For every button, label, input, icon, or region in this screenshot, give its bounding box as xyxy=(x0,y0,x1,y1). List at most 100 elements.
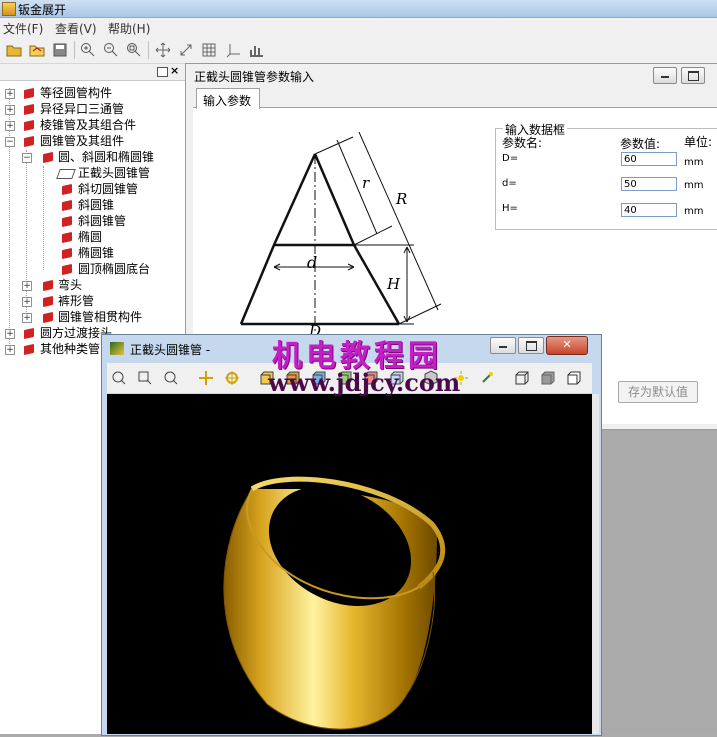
collapse-minus-icon[interactable]: − xyxy=(5,137,15,147)
dim-R-label: R xyxy=(395,190,407,208)
expand-plus-icon[interactable]: + xyxy=(5,105,15,115)
tree-item-label: 棱锥管及其组合件 xyxy=(40,118,137,132)
tree-item-label: 异径异口三通管 xyxy=(40,102,125,116)
menu-file[interactable]: 文件(F) xyxy=(3,20,43,37)
3d-viewport[interactable] xyxy=(107,394,592,734)
book-icon xyxy=(24,87,34,100)
open-folder-icon[interactable] xyxy=(4,40,24,60)
shaded-icon[interactable] xyxy=(538,368,558,388)
rotate-icon[interactable] xyxy=(176,40,196,60)
tree-item[interactable]: + 圆锥管相贯构件 xyxy=(0,309,185,325)
tree-item[interactable]: 斜圆锥 xyxy=(0,197,185,213)
tree-item[interactable]: + 弯头 xyxy=(0,277,185,293)
tree-item[interactable]: − 圆、斜圆和椭圆锥 xyxy=(0,149,185,165)
expand-plus-icon[interactable]: + xyxy=(22,297,32,307)
app-title: 钣金展开 xyxy=(18,3,67,17)
viewer-maximize-button[interactable] xyxy=(518,337,544,354)
param-name-d: d= xyxy=(502,178,517,189)
tree-item[interactable]: + 异径异口三通管 xyxy=(0,101,185,117)
grid-icon[interactable] xyxy=(199,40,219,60)
expand-plus-icon[interactable]: + xyxy=(5,329,15,339)
book-icon xyxy=(62,231,72,244)
tree-item[interactable]: 斜切圆锥管 xyxy=(0,181,185,197)
tree-item-selected[interactable]: 正截头圆锥管 xyxy=(0,165,185,181)
menu-help[interactable]: 帮助(H) xyxy=(108,20,150,37)
tab-input-params[interactable]: 输入参数 xyxy=(196,88,260,109)
wireframe-icon[interactable] xyxy=(512,368,532,388)
save-default-button[interactable]: 存为默认值 xyxy=(618,381,698,403)
zoom-window-icon[interactable] xyxy=(109,368,129,388)
close-pane-icon[interactable]: × xyxy=(170,64,179,77)
book-icon xyxy=(24,343,34,356)
tree-item[interactable]: − 圆锥管及其组件 xyxy=(0,133,185,149)
truncated-cone-model xyxy=(223,476,446,730)
hidden-line-icon[interactable] xyxy=(564,368,584,388)
axes-icon[interactable] xyxy=(224,40,244,60)
book-icon xyxy=(62,215,72,228)
maximize-button[interactable] xyxy=(681,67,705,84)
expand-plus-icon[interactable]: + xyxy=(22,281,32,291)
bar-chart-icon[interactable] xyxy=(246,40,266,60)
open-book-icon xyxy=(56,169,76,179)
book-icon xyxy=(24,119,34,132)
viewer-minimize-button[interactable] xyxy=(490,337,516,354)
book-icon xyxy=(62,183,72,196)
expand-plus-icon[interactable]: + xyxy=(5,121,15,131)
param-unit-D: mm xyxy=(684,157,704,168)
collapse-minus-icon[interactable]: − xyxy=(22,153,32,163)
expand-plus-icon[interactable]: + xyxy=(22,313,32,323)
tree-item-label: 椭圆锥 xyxy=(78,246,115,260)
param-name-H: H= xyxy=(502,203,518,214)
zoom-out-icon[interactable] xyxy=(101,40,121,60)
zoom-box-icon[interactable] xyxy=(135,368,155,388)
zoom-in-icon[interactable] xyxy=(78,40,98,60)
tree-panel-header: × xyxy=(0,64,185,81)
viewer-close-button[interactable]: ✕ xyxy=(546,336,588,355)
restore-pane-icon[interactable] xyxy=(157,67,168,77)
tab-label: 输入参数 xyxy=(203,94,252,108)
pan-view-icon[interactable] xyxy=(196,368,216,388)
watermark-url: www.jdjcy.com xyxy=(268,368,461,397)
param-window-title: 正截头圆锥管参数输入 xyxy=(194,70,315,84)
expand-plus-icon[interactable]: + xyxy=(5,345,15,355)
col-header-unit: 单位: xyxy=(684,135,713,149)
tree-item[interactable]: 圆顶椭圆底台 xyxy=(0,261,185,277)
tree-item[interactable]: + 棱锥管及其组合件 xyxy=(0,117,185,133)
tree-item[interactable]: 椭圆锥 xyxy=(0,245,185,261)
param-input-D[interactable]: 60 xyxy=(621,152,677,166)
zoom-icon[interactable] xyxy=(161,368,181,388)
tree-item[interactable]: + 裤形管 xyxy=(0,293,185,309)
tree-item[interactable]: 斜圆锥管 xyxy=(0,213,185,229)
save-icon[interactable] xyxy=(50,40,70,60)
tree-item-label: 圆锥管及其组件 xyxy=(40,134,125,148)
param-input-d[interactable]: 50 xyxy=(621,177,677,191)
dim-d-label: d xyxy=(307,253,317,272)
tree-item[interactable]: 椭圆 xyxy=(0,229,185,245)
menu-view[interactable]: 查看(V) xyxy=(55,20,97,37)
tree-item-label: 等径圆管构件 xyxy=(40,86,113,100)
tree-item-label: 圆锥管相贯构件 xyxy=(58,310,143,324)
pan-icon[interactable] xyxy=(153,40,173,60)
param-input-H[interactable]: 40 xyxy=(621,203,677,217)
center-view-icon[interactable] xyxy=(222,368,242,388)
book-icon xyxy=(62,199,72,212)
book-icon xyxy=(24,135,34,148)
minimize-button[interactable] xyxy=(653,67,677,84)
book-icon xyxy=(62,247,72,260)
book-icon xyxy=(24,103,34,116)
tree-item-label: 裤形管 xyxy=(58,294,95,308)
expand-plus-icon[interactable]: + xyxy=(5,89,15,99)
viewer-scrollbar[interactable] xyxy=(592,394,599,734)
app-icon xyxy=(2,2,16,16)
zoom-fit-icon[interactable] xyxy=(124,40,144,60)
dim-H-label: H xyxy=(386,275,401,293)
tree-item-label: 圆顶椭圆底台 xyxy=(78,262,151,276)
open-file-icon[interactable] xyxy=(27,40,47,60)
workspace-background xyxy=(600,430,717,734)
cone-diagram: d r R H D xyxy=(229,122,443,340)
param-unit-H: mm xyxy=(684,206,704,217)
col-header-value: 参数值: xyxy=(620,137,661,151)
tree-item[interactable]: + 等径圆管构件 xyxy=(0,85,185,101)
axis-icon[interactable] xyxy=(477,368,497,388)
tree-item-label: 圆、斜圆和椭圆锥 xyxy=(58,150,155,164)
